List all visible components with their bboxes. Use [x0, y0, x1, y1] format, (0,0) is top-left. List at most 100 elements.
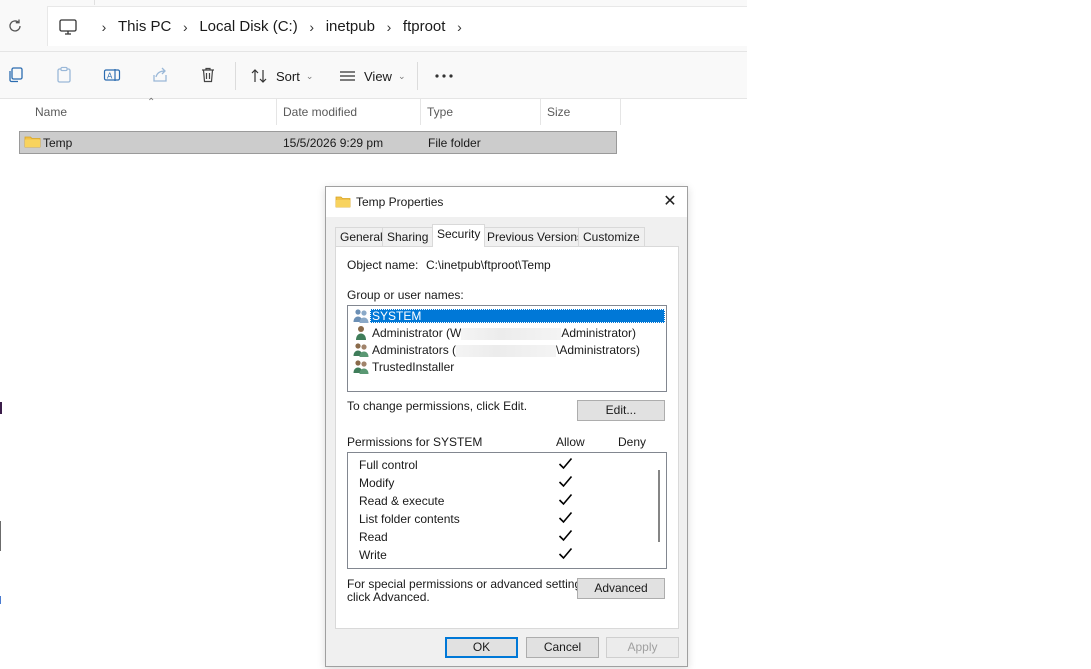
sort-icon: [251, 69, 267, 83]
permission-row: Read & execute: [359, 492, 659, 510]
top-divider: [94, 0, 747, 5]
share-icon[interactable]: [151, 66, 171, 86]
permission-row: Read: [359, 528, 659, 546]
apply-button[interactable]: Apply: [606, 637, 679, 658]
list-item[interactable]: SYSTEM: [352, 308, 665, 325]
column-date-modified[interactable]: Date modified: [276, 99, 421, 125]
breadcrumb-ftproot[interactable]: ftproot: [403, 18, 446, 35]
tab-general[interactable]: General: [335, 227, 388, 247]
toolbar-divider: [417, 62, 418, 90]
rename-icon[interactable]: A: [103, 66, 123, 86]
permission-name: List folder contents: [359, 512, 460, 526]
checkmark-icon: [558, 457, 573, 473]
chevron-down-icon: ⌄: [397, 70, 406, 81]
view-label: View: [364, 68, 392, 84]
row-type: File folder: [428, 136, 481, 150]
checkmark-icon: [558, 547, 573, 563]
row-name: Temp: [43, 136, 73, 150]
group-or-user-names-label: Group or user names:: [347, 288, 464, 302]
advanced-button[interactable]: Advanced: [577, 578, 665, 599]
tab-security[interactable]: Security: [432, 224, 486, 247]
breadcrumb-inetpub[interactable]: inetpub: [326, 18, 375, 35]
sidebar-indicator: [0, 596, 1, 604]
sidebar-indicator: [0, 521, 1, 551]
object-name-label: Object name:: [347, 258, 419, 272]
delete-icon[interactable]: [199, 66, 219, 86]
tab-customize[interactable]: Customize: [578, 227, 645, 247]
special-permissions-text: For special permissions or advanced sett…: [347, 577, 591, 591]
users-group-icon: [353, 308, 370, 326]
this-pc-icon[interactable]: [58, 18, 78, 36]
user-icon: [353, 325, 370, 343]
checkmark-icon: [558, 511, 573, 527]
breadcrumb[interactable]: › This PC › Local Disk (C:) › inetpub › …: [47, 6, 747, 46]
row-date-modified: 15/5/2026 9:29 pm: [283, 136, 384, 150]
tab-previous-versions[interactable]: Previous Versions: [482, 227, 589, 247]
folder-icon: [335, 195, 351, 212]
change-permissions-text: To change permissions, click Edit.: [347, 399, 528, 413]
breadcrumb-this-pc[interactable]: This PC: [118, 18, 171, 35]
column-name[interactable]: Name: [28, 99, 277, 125]
dialog-title: Temp Properties: [356, 195, 444, 209]
checkmark-icon: [558, 529, 573, 545]
user-name-trustedinstaller: TrustedInstaller: [372, 360, 455, 374]
view-icon: [340, 71, 355, 81]
permission-name: Read: [359, 530, 388, 544]
user-name-administrators: Administrators (\Administrators): [372, 343, 641, 357]
special-permissions-text-2: click Advanced.: [347, 590, 430, 604]
dialog-title-bar[interactable]: Temp Properties ✕: [326, 187, 687, 217]
permission-name: Write: [359, 548, 387, 562]
chevron-right-icon[interactable]: ›: [90, 19, 118, 35]
chevron-right-icon[interactable]: ›: [171, 19, 199, 35]
sidebar-indicator: [0, 402, 2, 414]
users-group-icon: [353, 342, 370, 360]
address-bar-area: › This PC › Local Disk (C:) › inetpub › …: [0, 0, 747, 52]
sort-label: Sort: [276, 68, 300, 84]
permission-row: Write: [359, 546, 659, 564]
column-size[interactable]: Size: [540, 99, 621, 125]
user-listbox[interactable]: SYSTEM Administrator (W Administrator) Ad…: [347, 305, 667, 392]
user-name-system: SYSTEM: [370, 309, 665, 323]
more-options-icon[interactable]: [434, 66, 454, 86]
svg-text:A: A: [107, 72, 113, 81]
refresh-icon[interactable]: [6, 17, 26, 37]
paste-icon[interactable]: [55, 66, 75, 86]
tab-sharing[interactable]: Sharing: [382, 227, 434, 247]
permission-name: Full control: [359, 458, 418, 472]
breadcrumb-local-disk[interactable]: Local Disk (C:): [199, 18, 297, 35]
checkmark-icon: [558, 475, 573, 491]
edit-button[interactable]: Edit...: [577, 400, 665, 421]
close-icon[interactable]: ✕: [661, 193, 679, 211]
ok-button[interactable]: OK: [445, 637, 518, 658]
table-row[interactable]: Temp 15/5/2026 9:29 pm File folder: [19, 131, 617, 154]
properties-dialog: Temp Properties ✕ General Sharing Securi…: [325, 186, 688, 667]
chevron-right-icon[interactable]: ›: [375, 19, 403, 35]
sort-button[interactable]: Sort ⌄: [251, 66, 313, 86]
allow-column-header: Allow: [556, 435, 585, 449]
chevron-right-icon[interactable]: ›: [445, 19, 473, 35]
copy-icon[interactable]: [7, 66, 27, 86]
deny-column-header: Deny: [618, 435, 647, 449]
chevron-down-icon: ⌄: [305, 70, 314, 81]
list-item[interactable]: Administrators (\Administrators): [352, 342, 665, 359]
object-name-value: C:\inetpub\ftproot\Temp: [426, 258, 551, 272]
security-tab-panel: Object name: C:\inetpub\ftproot\Temp Gro…: [335, 246, 679, 629]
cancel-button[interactable]: Cancel: [526, 637, 599, 658]
column-type[interactable]: Type: [420, 99, 541, 125]
permissions-list[interactable]: Full control Modify Read & execute List fol…: [347, 452, 667, 569]
toolbar-divider: [235, 62, 236, 90]
permissions-for-label: Permissions for SYSTEM: [347, 435, 483, 449]
view-button[interactable]: View ⌄: [339, 66, 406, 86]
users-group-icon: [353, 359, 370, 377]
list-item[interactable]: Administrator (W Administrator): [352, 325, 665, 342]
permission-row: Full control: [359, 456, 659, 474]
folder-icon: [24, 134, 41, 152]
checkmark-icon: [558, 493, 573, 509]
permission-row: List folder contents: [359, 510, 659, 528]
user-name-administrator: Administrator (W Administrator): [372, 326, 637, 340]
permission-row: Modify: [359, 474, 659, 492]
command-bar: A Sort ⌄ View ⌄: [0, 52, 747, 99]
permission-name: Modify: [359, 476, 395, 490]
list-item[interactable]: TrustedInstaller: [352, 359, 665, 376]
chevron-right-icon[interactable]: ›: [298, 19, 326, 35]
